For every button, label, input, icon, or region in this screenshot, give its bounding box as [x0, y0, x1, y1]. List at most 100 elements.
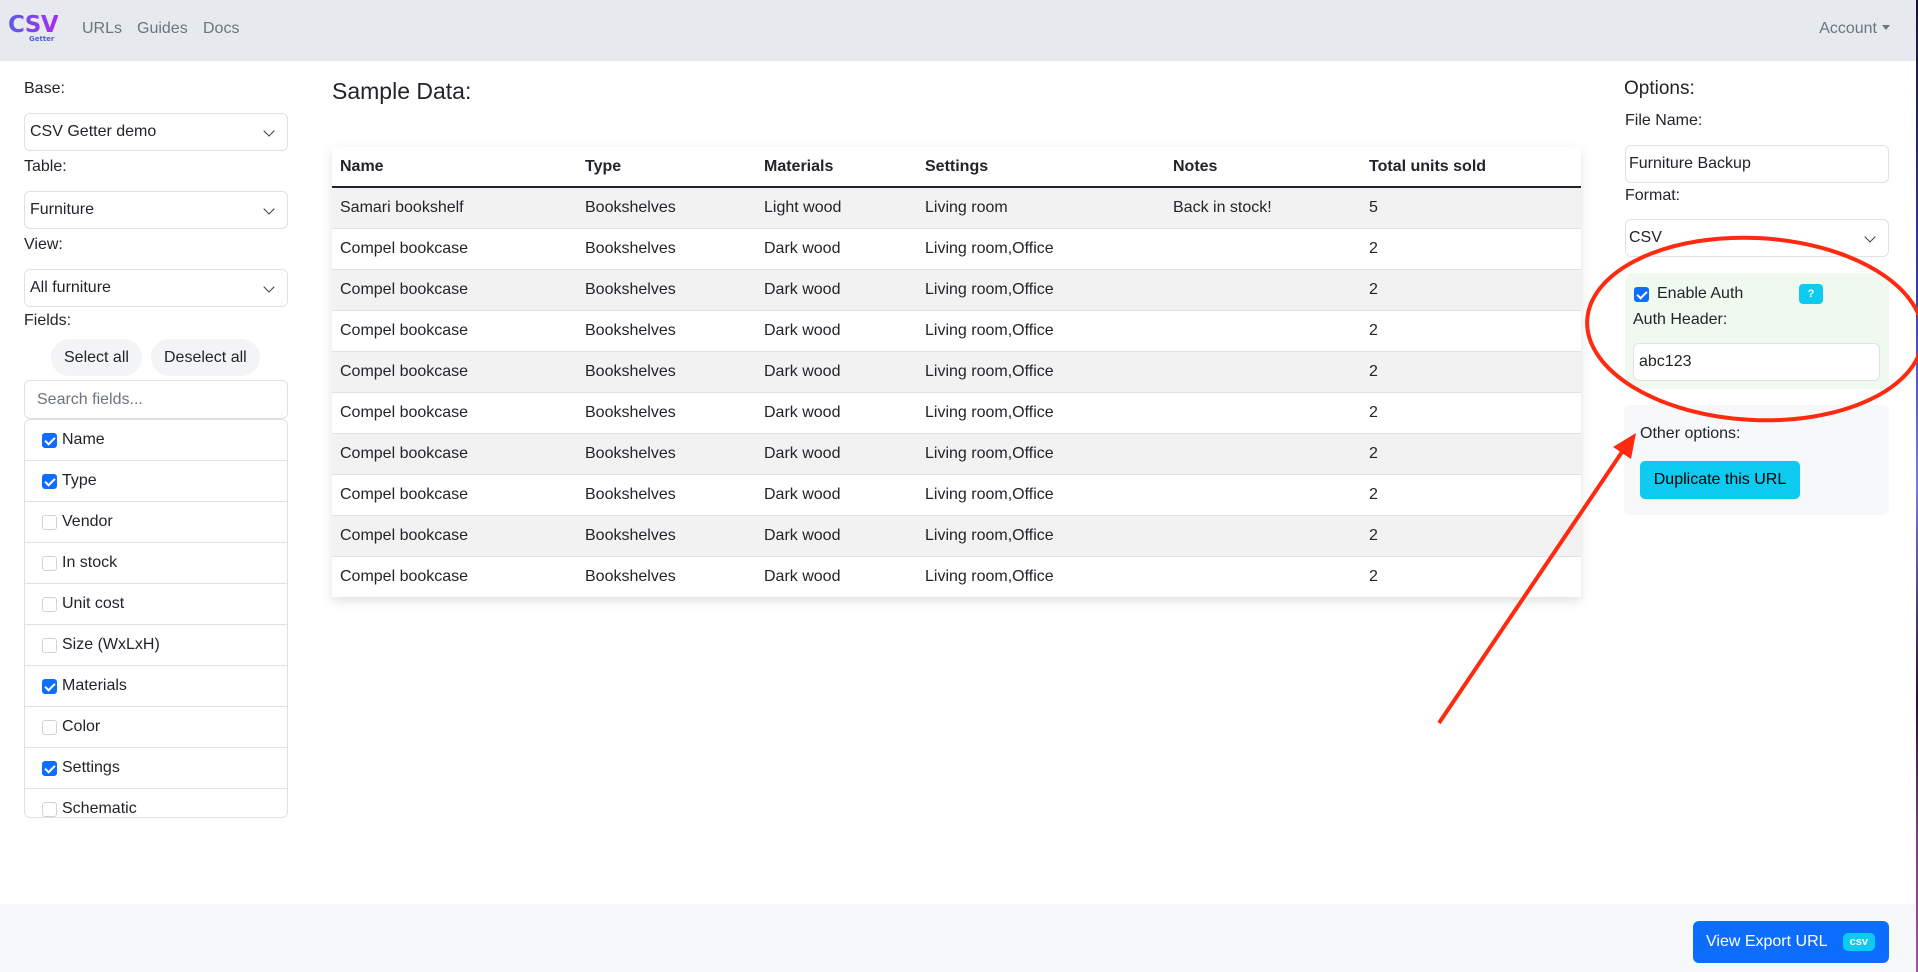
chevron-down-icon: [1864, 231, 1876, 243]
table-cell: Bookshelves: [577, 268, 756, 310]
file-name-label: File Name:: [1625, 112, 1703, 129]
table-cell: [1165, 309, 1361, 351]
duplicate-url-button[interactable]: Duplicate this URL: [1640, 461, 1800, 499]
field-item[interactable]: Name: [25, 420, 287, 461]
logo-subtext: Getter: [29, 35, 55, 43]
field-label: Schematic: [62, 800, 137, 817]
table-cell: [1165, 227, 1361, 269]
navbar: CSV Getter URLs Guides Docs Account: [0, 0, 1916, 61]
file-name-input[interactable]: [1625, 145, 1889, 183]
auth-header-input[interactable]: [1633, 343, 1880, 381]
column-header[interactable]: Type: [577, 147, 756, 188]
column-header[interactable]: Name: [332, 147, 577, 188]
field-checkbox[interactable]: [42, 760, 57, 776]
account-label: Account: [1819, 20, 1877, 37]
table-cell: 2: [1361, 555, 1581, 597]
table-cell: Bookshelves: [577, 432, 756, 474]
table-cell: [1165, 473, 1361, 515]
field-item[interactable]: Color: [25, 707, 287, 748]
table-select-value: Furniture: [30, 201, 95, 218]
table-cell: Dark wood: [756, 391, 917, 433]
format-select-value: CSV: [1629, 229, 1662, 246]
field-item[interactable]: Vendor: [25, 502, 287, 543]
table-cell: Bookshelves: [577, 350, 756, 392]
auth-header-label: Auth Header:: [1633, 311, 1728, 328]
table-cell: [1165, 350, 1361, 392]
column-header[interactable]: Total units sold: [1361, 147, 1581, 188]
enable-auth-checkbox[interactable]: [1634, 286, 1649, 302]
enable-auth-label: Enable Auth: [1657, 285, 1744, 302]
chevron-down-icon: [263, 281, 275, 293]
nav-link-guides[interactable]: Guides: [137, 20, 188, 38]
page-title: Sample Data:: [332, 78, 472, 104]
logo[interactable]: CSV Getter: [8, 12, 59, 47]
table-cell: Compel bookcase: [332, 350, 577, 392]
help-icon[interactable]: ?: [1799, 284, 1823, 304]
logo-text: CSV: [8, 12, 59, 38]
search-fields-input[interactable]: [24, 380, 288, 419]
view-select[interactable]: All furniture: [24, 269, 288, 307]
table-cell: Compel bookcase: [332, 268, 577, 310]
field-label: In stock: [62, 554, 118, 571]
table-cell: Living room,Office: [917, 268, 1165, 310]
field-checkbox[interactable]: [42, 719, 57, 735]
field-label: Type: [62, 472, 97, 489]
nav-link-urls[interactable]: URLs: [82, 20, 122, 38]
base-select[interactable]: CSV Getter demo: [24, 113, 288, 151]
field-checkbox[interactable]: [42, 555, 57, 571]
table-cell: 2: [1361, 309, 1581, 351]
table-row: Compel bookcase Bookshelves Dark wood Livin…: [332, 473, 1581, 515]
field-item[interactable]: Schematic: [25, 789, 287, 817]
column-header[interactable]: Notes: [1165, 147, 1361, 188]
table-cell: Bookshelves: [577, 391, 756, 433]
table-cell: Living room,Office: [917, 350, 1165, 392]
table-cell: Compel bookcase: [332, 555, 577, 597]
table-cell: 2: [1361, 473, 1581, 515]
table-cell: Dark wood: [756, 514, 917, 556]
field-checkbox[interactable]: [42, 514, 57, 530]
fields-label: Fields:: [24, 312, 72, 329]
enable-auth-checkbox-row[interactable]: Enable Auth: [1634, 285, 1743, 303]
sample-data-table: Name Type Materials Settings Notes Total unit…: [332, 147, 1581, 597]
fields-list[interactable]: Name Type Vendor In stock Unit cost Size (WxL…: [24, 419, 288, 818]
field-checkbox[interactable]: [42, 637, 57, 653]
table-cell: Living room,Office: [917, 391, 1165, 433]
view-export-url-button[interactable]: View Export URL csv: [1693, 921, 1889, 963]
table-cell: Compel bookcase: [332, 514, 577, 556]
field-item[interactable]: Settings: [25, 748, 287, 789]
field-item[interactable]: Size (WxLxH): [25, 625, 287, 666]
field-item[interactable]: In stock: [25, 543, 287, 584]
field-checkbox[interactable]: [42, 473, 57, 489]
select-all-button[interactable]: Select all: [51, 339, 142, 376]
table-cell: 2: [1361, 514, 1581, 556]
account-dropdown[interactable]: Account: [1819, 20, 1890, 38]
table-row: Compel bookcase Bookshelves Dark wood Livin…: [332, 391, 1581, 433]
field-checkbox[interactable]: [42, 596, 57, 612]
column-header[interactable]: Materials: [756, 147, 917, 188]
table-cell: Bookshelves: [577, 514, 756, 556]
field-checkbox[interactable]: [42, 678, 57, 694]
nav-link-docs[interactable]: Docs: [203, 20, 239, 38]
table-row: Compel bookcase Bookshelves Dark wood Livin…: [332, 350, 1581, 392]
table-row: Compel bookcase Bookshelves Dark wood Livin…: [332, 309, 1581, 351]
column-header[interactable]: Settings: [917, 147, 1165, 188]
table-cell: Living room,Office: [917, 555, 1165, 597]
field-item[interactable]: Type: [25, 461, 287, 502]
field-checkbox[interactable]: [42, 801, 57, 817]
deselect-all-button[interactable]: Deselect all: [151, 339, 260, 376]
table-cell: Dark wood: [756, 227, 917, 269]
table-label: Table:: [24, 158, 67, 175]
table-select[interactable]: Furniture: [24, 191, 288, 229]
table-cell: Dark wood: [756, 350, 917, 392]
format-select[interactable]: CSV: [1625, 219, 1889, 257]
field-item[interactable]: Materials: [25, 666, 287, 707]
field-item[interactable]: Unit cost: [25, 584, 287, 625]
table-cell: Bookshelves: [577, 227, 756, 269]
field-label: Unit cost: [62, 595, 125, 612]
table-cell: Living room,Office: [917, 514, 1165, 556]
table-cell: [1165, 514, 1361, 556]
field-checkbox[interactable]: [42, 432, 57, 448]
table-cell: Bookshelves: [577, 555, 756, 597]
table-cell: Samari bookshelf: [332, 187, 577, 228]
other-options-label: Other options:: [1640, 425, 1741, 442]
